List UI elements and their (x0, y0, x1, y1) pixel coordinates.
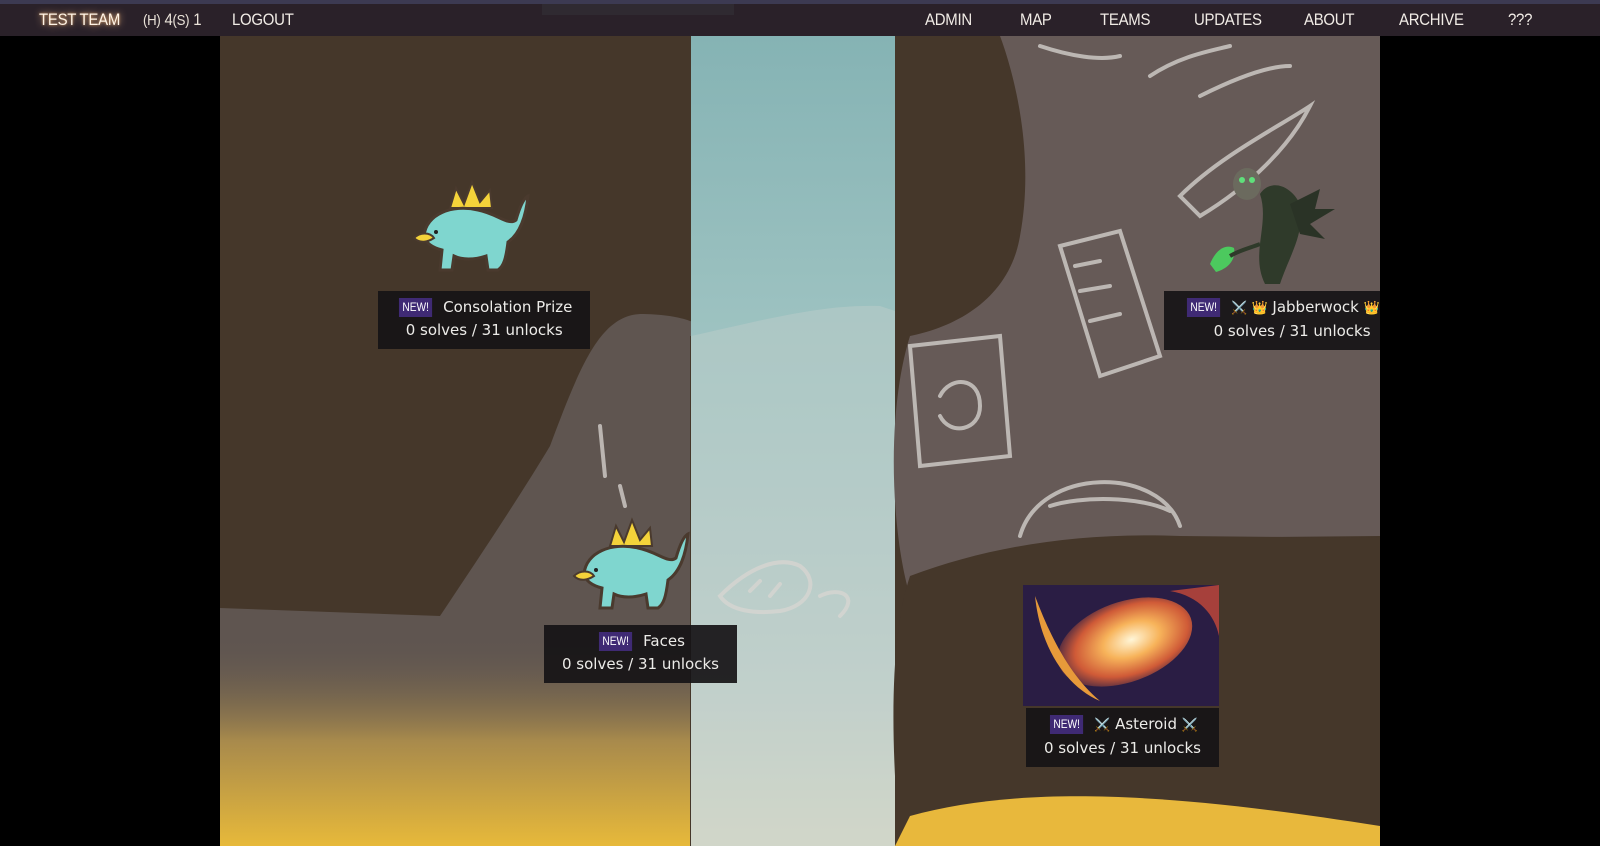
nav-admin-link[interactable]: ADMIN (925, 10, 972, 30)
asteroid-image[interactable] (1023, 580, 1219, 706)
puzzle-map: NEW! Consolation Prize 0 solves / 31 unl… (220, 36, 1380, 846)
stegosaurus-icon[interactable] (412, 179, 530, 272)
new-badge: NEW! (1186, 298, 1221, 317)
navbar-tab-decoration (542, 4, 734, 15)
hint-score-value: 4 (164, 10, 173, 29)
puzzle-stats: 0 solves / 31 unlocks (562, 655, 719, 673)
puzzle-label: NEW! Consolation Prize 0 solves / 31 unl… (378, 291, 591, 349)
puzzle-stats: 0 solves / 31 unlocks (1213, 322, 1371, 340)
puzzle-title-row[interactable]: NEW! ⚔️ Asteroid ⚔️ (1044, 713, 1201, 737)
nav-archive-link[interactable]: ARCHIVE (1399, 10, 1464, 30)
puzzle-title-row[interactable]: NEW! Consolation Prize (396, 296, 572, 319)
puzzle-title-prefix: ⚔️ (1094, 718, 1111, 733)
team-name-link[interactable]: TEST TEAM (39, 10, 120, 30)
team-score: (H) 4(S) 1 (143, 10, 202, 30)
nav-teams-link[interactable]: TEAMS (1100, 10, 1150, 30)
top-navbar: TEST TEAM (H) 4(S) 1 LOGOUT ADMIN MAP TE… (0, 0, 1600, 36)
puzzle-title[interactable]: Jabberwock (1272, 298, 1358, 316)
nav-mystery-link[interactable]: ??? (1508, 10, 1532, 30)
puzzle-card-consolation-prize[interactable]: NEW! Consolation Prize 0 solves / 31 unl… (378, 291, 591, 349)
puzzle-title-row[interactable]: NEW! Faces (562, 630, 719, 653)
puzzle-title[interactable]: Consolation Prize (443, 298, 572, 316)
puzzle-title-suffix: 👑 ⚔️ (1363, 301, 1380, 316)
puzzle-title[interactable]: Asteroid (1115, 715, 1177, 733)
puzzle-label: NEW! Faces 0 solves / 31 unlocks (544, 625, 737, 683)
new-badge: NEW! (398, 298, 433, 317)
puzzle-stats: 0 solves / 31 unlocks (1044, 739, 1201, 757)
solve-score-label: (S) (172, 12, 190, 29)
puzzle-title-suffix: ⚔️ (1181, 718, 1198, 733)
puzzle-title[interactable]: Faces (643, 632, 685, 650)
puzzle-label: NEW! ⚔️ Asteroid ⚔️ 0 solves / 31 unlock… (1026, 708, 1219, 767)
puzzle-title-row[interactable]: NEW! ⚔️ 👑 Jabberwock 👑 ⚔️ (1184, 296, 1380, 320)
puzzle-card-jabberwock[interactable]: NEW! ⚔️ 👑 Jabberwock 👑 ⚔️ 0 solves / 31 … (1164, 291, 1380, 350)
puzzle-card-asteroid[interactable]: NEW! ⚔️ Asteroid ⚔️ 0 solves / 31 unlock… (1026, 708, 1219, 767)
new-badge: NEW! (598, 632, 633, 651)
puzzle-title-prefix: ⚔️ 👑 (1231, 301, 1268, 316)
solve-score-value: 1 (193, 10, 202, 29)
puzzle-stats: 0 solves / 31 unlocks (405, 321, 563, 339)
waterfall-mist (691, 305, 895, 846)
nav-updates-link[interactable]: UPDATES (1194, 10, 1262, 30)
hint-score-label: (H) (143, 12, 161, 29)
logout-link[interactable]: LOGOUT (232, 10, 294, 30)
nav-map-link[interactable]: MAP (1020, 10, 1052, 30)
puzzle-label: NEW! ⚔️ 👑 Jabberwock 👑 ⚔️ 0 solves / 31 … (1164, 291, 1380, 350)
new-badge: NEW! (1049, 715, 1084, 734)
puzzle-card-faces[interactable]: NEW! Faces 0 solves / 31 unlocks (544, 625, 737, 683)
nav-about-link[interactable]: ABOUT (1304, 10, 1354, 30)
